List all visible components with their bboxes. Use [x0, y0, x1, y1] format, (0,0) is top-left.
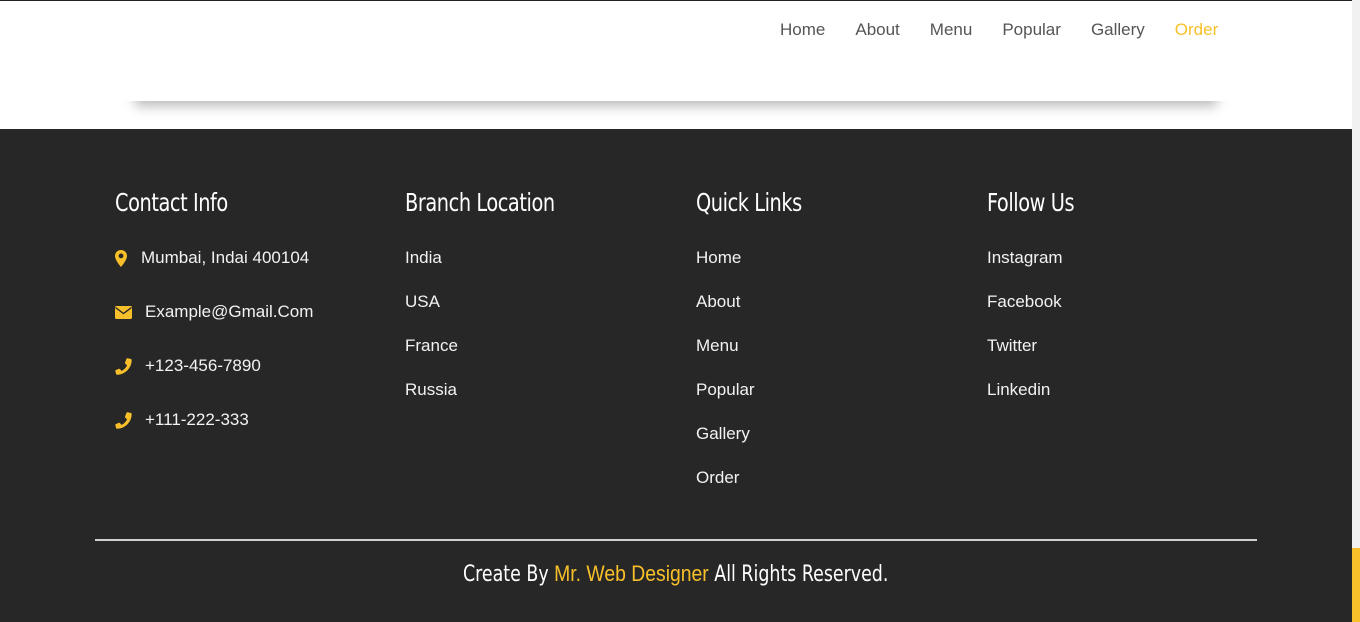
nav-about-link[interactable]: About	[855, 19, 899, 41]
site-footer: Contact Info Mumbai, Indai 400104 Exampl…	[0, 129, 1352, 622]
branch-link[interactable]: India	[405, 248, 442, 267]
branch-location-heading: Branch Location	[405, 188, 555, 217]
main-nav: Home About Menu Popular Gallery Order	[780, 19, 1218, 41]
list-item: France	[405, 335, 579, 379]
list-item: Home	[696, 247, 819, 291]
quick-link-order[interactable]: Order	[696, 468, 739, 487]
quick-link-gallery[interactable]: Gallery	[696, 424, 750, 443]
nav-order-link[interactable]: Order	[1175, 19, 1218, 41]
quick-links-column: Quick Links Home About Menu Popular Gall…	[696, 187, 819, 511]
credit-line: Create By Mr. Web Designer All Rights Re…	[0, 557, 1352, 592]
list-item: Order	[696, 467, 819, 511]
contact-item-email: Example@Gmail.Com	[115, 301, 313, 355]
contact-info-heading: Contact Info	[115, 188, 228, 217]
footer-divider	[95, 539, 1257, 541]
list-item: Popular	[696, 379, 819, 423]
contact-phone-text: +111-222-333	[145, 410, 249, 429]
quick-link-menu[interactable]: Menu	[696, 336, 739, 355]
list-item: Russia	[405, 379, 579, 423]
branch-link[interactable]: France	[405, 336, 458, 355]
site-header: Home About Menu Popular Gallery Order	[0, 0, 1352, 101]
quick-link-home[interactable]: Home	[696, 248, 741, 267]
branch-link[interactable]: Russia	[405, 380, 457, 399]
social-link-twitter[interactable]: Twitter	[987, 336, 1037, 355]
social-link-facebook[interactable]: Facebook	[987, 292, 1062, 311]
branch-link[interactable]: USA	[405, 292, 440, 311]
contact-item-phone-2: +111-222-333	[115, 409, 313, 463]
page-scrollbar[interactable]	[1352, 0, 1360, 622]
nav-gallery-link[interactable]: Gallery	[1091, 19, 1145, 41]
contact-info-column: Contact Info Mumbai, Indai 400104 Exampl…	[115, 187, 313, 463]
follow-us-heading: Follow Us	[987, 188, 1075, 217]
contact-email-text: Example@Gmail.Com	[145, 302, 314, 321]
phone-icon	[115, 355, 141, 377]
quick-links-list: Home About Menu Popular Gallery Order	[696, 247, 819, 511]
list-item: USA	[405, 291, 579, 335]
social-list: Instagram Facebook Twitter Linkedin	[987, 247, 1088, 423]
quick-link-about[interactable]: About	[696, 292, 740, 311]
phone-icon	[115, 409, 141, 431]
list-item: Twitter	[987, 335, 1088, 379]
list-item: Gallery	[696, 423, 819, 467]
contact-item-phone-1: +123-456-7890	[115, 355, 313, 409]
list-item: Linkedin	[987, 379, 1088, 423]
branch-list: India USA France Russia	[405, 247, 579, 423]
contact-list: Mumbai, Indai 400104 Example@Gmail.Com +…	[115, 247, 313, 463]
credit-suffix: All Rights Reserved.	[714, 562, 889, 587]
nav-menu-link[interactable]: Menu	[930, 19, 973, 41]
social-link-linkedin[interactable]: Linkedin	[987, 380, 1050, 399]
nav-home-link[interactable]: Home	[780, 19, 825, 41]
contact-item-address: Mumbai, Indai 400104	[115, 247, 313, 301]
credit-author: Mr. Web Designer	[554, 561, 710, 586]
envelope-icon	[115, 301, 141, 323]
branch-location-column: Branch Location India USA France Russia	[405, 187, 579, 423]
list-item: India	[405, 247, 579, 291]
list-item: About	[696, 291, 819, 335]
nav-popular-link[interactable]: Popular	[1002, 19, 1061, 41]
contact-phone-text: +123-456-7890	[145, 356, 261, 375]
quick-links-heading: Quick Links	[696, 188, 802, 217]
scrollbar-thumb[interactable]	[1352, 548, 1360, 622]
list-item: Menu	[696, 335, 819, 379]
page: Home About Menu Popular Gallery Order Co…	[0, 0, 1352, 622]
credit-text: Create By Mr. Web Designer All Rights Re…	[463, 557, 888, 592]
contact-address-text: Mumbai, Indai 400104	[141, 248, 310, 267]
map-marker-icon	[115, 247, 137, 269]
social-link-instagram[interactable]: Instagram	[987, 248, 1063, 267]
follow-us-column: Follow Us Instagram Facebook Twitter Lin…	[987, 187, 1088, 423]
list-item: Instagram	[987, 247, 1088, 291]
quick-link-popular[interactable]: Popular	[696, 380, 755, 399]
credit-prefix: Create By	[463, 562, 549, 587]
list-item: Facebook	[987, 291, 1088, 335]
